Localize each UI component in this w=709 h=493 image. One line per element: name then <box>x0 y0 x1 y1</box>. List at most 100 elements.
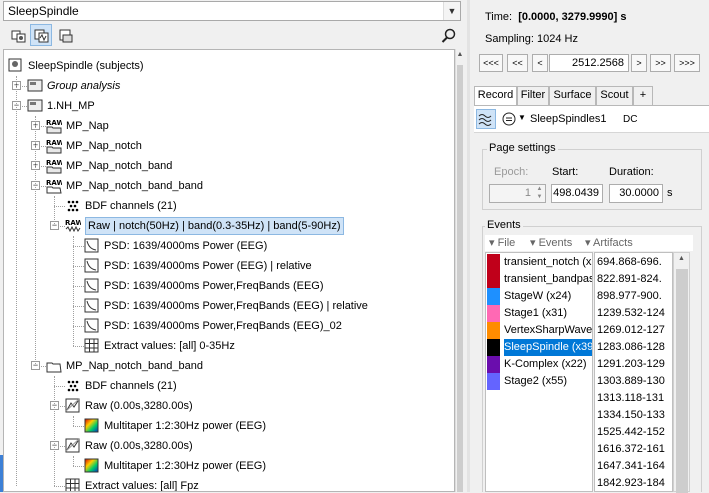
panel-splitter[interactable] <box>463 0 474 492</box>
tree-node-label: MP_Nap_notch_band_band <box>66 360 204 372</box>
tree-node-label: PSD: 1639/4000ms Power,FreqBands (EEG) |… <box>104 300 368 312</box>
psd-icon <box>84 278 99 293</box>
chevron-down-icon[interactable]: ▼ <box>443 2 460 20</box>
start-time-field[interactable]: 498.0439 <box>551 184 603 203</box>
search-button[interactable] <box>437 24 459 46</box>
time-info: Time: [0.0000, 3279.9990] s <box>485 11 626 23</box>
psd-icon <box>84 258 99 273</box>
event-type-item[interactable]: VertexSharpWave ( <box>486 322 592 339</box>
event-type-item[interactable]: K-Complex (x22) <box>486 356 592 373</box>
event-occurrence-item[interactable]: 822.891-824. <box>597 271 662 288</box>
tree-node[interactable]: PSD: 1639/4000ms Power,FreqBands (EEG)_0… <box>4 316 454 336</box>
tree-node[interactable]: PSD: 1639/4000ms Power (EEG) | relative <box>4 256 454 276</box>
tab-add[interactable]: + <box>633 86 653 105</box>
condition-view-button[interactable] <box>54 24 76 46</box>
tree-node[interactable]: Extract values: [all] Fpz <box>4 476 454 491</box>
tree-node-label: PSD: 1639/4000ms Power,FreqBands (EEG) <box>104 280 324 292</box>
event-type-item[interactable]: SleepSpindle (x39) <box>486 339 592 356</box>
montage-button[interactable] <box>499 109 519 129</box>
event-occurrence-item[interactable]: 1313.118-131 <box>597 390 664 407</box>
tree-node[interactable]: −1.NH_MP <box>4 96 454 116</box>
event-occurrence-item[interactable]: 1334.150-133 <box>597 407 665 424</box>
event-color-swatch <box>487 322 500 339</box>
tree-node[interactable]: SleepSpindle (subjects) <box>4 56 454 76</box>
tree-node[interactable]: BDF channels (21) <box>4 196 454 216</box>
tree-node[interactable]: −RAWRaw | notch(50Hz) | band(0.3-35Hz) |… <box>4 216 454 236</box>
montage-name[interactable]: SleepSpindles1 <box>530 113 606 125</box>
event-type-label: SleepSpindle (x39) <box>504 339 592 356</box>
tree-node[interactable]: − Raw (0.00s,3280.00s) <box>4 396 454 416</box>
montage-type: DC <box>623 114 638 125</box>
tree-scrollbar[interactable]: ▲ <box>455 49 463 492</box>
tree-node[interactable]: Multitaper 1:2:30Hz power (EEG) <box>4 416 454 436</box>
event-occurrence-item[interactable]: 694.868-696. <box>597 254 662 271</box>
events-menu-artifacts[interactable]: ▾ Artifacts <box>585 236 633 249</box>
event-types-list[interactable]: transient_notch (x2) transient_bandpass … <box>485 252 593 492</box>
event-occurrence-item[interactable]: 1616.372-161 <box>597 441 665 458</box>
tree-node[interactable]: +RAWMP_Nap <box>4 116 454 136</box>
next-button[interactable]: > <box>631 54 647 72</box>
first-page-button[interactable]: <<< <box>479 54 503 72</box>
occurrences-scrollbar[interactable]: ▲ <box>673 252 690 493</box>
epoch-field: 1 <box>489 184 535 203</box>
current-time-field[interactable]: 2512.2568 <box>549 54 629 72</box>
tab-filter[interactable]: Filter <box>517 86 549 105</box>
event-occurrence-item[interactable]: 1239.532-124 <box>597 305 665 322</box>
event-occurrence-item[interactable]: 1269.012-127 <box>597 322 665 339</box>
database-tree[interactable]: SleepSpindle (subjects) + Group analysis −1… <box>3 49 455 492</box>
start-label: Start: <box>552 166 579 178</box>
tree-node[interactable]: − Raw (0.00s,3280.00s) <box>4 436 454 456</box>
tree-node[interactable]: + Group analysis <box>4 76 454 96</box>
event-occurrence-item[interactable]: 1647.341-164 <box>597 458 665 475</box>
event-type-item[interactable]: Stage2 (x55) <box>486 373 592 390</box>
tree-node[interactable]: PSD: 1639/4000ms Power,FreqBands (EEG) <box>4 276 454 296</box>
raw-folder-icon: RAW <box>46 139 62 154</box>
previous-page-button[interactable]: << <box>507 54 528 72</box>
raw-folder-icon: RAW <box>46 159 62 174</box>
event-occurrence-item[interactable]: 1303.889-130 <box>597 373 665 390</box>
event-occurrence-item[interactable]: 1283.086-128 <box>597 339 665 356</box>
event-color-swatch <box>487 288 500 305</box>
event-type-item[interactable]: transient_bandpass <box>486 271 592 288</box>
scrollbar-thumb[interactable] <box>676 269 688 493</box>
tab-surface[interactable]: Surface <box>549 86 596 105</box>
event-type-item[interactable]: transient_notch (x2) <box>486 254 593 271</box>
event-type-item[interactable]: StageW (x24) <box>486 288 592 305</box>
event-occurrence-item[interactable]: 1525.442-152 <box>597 424 665 441</box>
event-type-label: Stage1 (x31) <box>504 307 567 319</box>
functional-data-view-button[interactable] <box>30 24 52 46</box>
event-type-label: transient_notch (x2) <box>504 256 593 268</box>
tab-scout[interactable]: Scout <box>596 86 633 105</box>
events-menu-file[interactable]: ▾ File <box>489 236 515 249</box>
tree-node[interactable]: PSD: 1639/4000ms Power (EEG) <box>4 236 454 256</box>
tree-node[interactable]: PSD: 1639/4000ms Power,FreqBands (EEG) |… <box>4 296 454 316</box>
events-menu-events[interactable]: ▾ Events <box>530 236 572 249</box>
protocol-dropdown[interactable]: SleepSpindle ▼ <box>3 1 461 21</box>
tree-node[interactable]: Multitaper 1:2:30Hz power (EEG) <box>4 456 454 476</box>
event-occurrence-item[interactable]: 1291.203-129 <box>597 356 665 373</box>
database-explorer-panel: SleepSpindle ▼ SleepSpindle (subjects) + G… <box>0 0 463 492</box>
event-occurrence-item[interactable]: 1842.923-184 <box>597 475 665 491</box>
last-page-button[interactable]: >>> <box>674 54 700 72</box>
scroll-up-icon[interactable]: ▲ <box>674 255 689 262</box>
tree-node[interactable]: − MP_Nap_notch_band_band <box>4 356 454 376</box>
anatomy-view-button[interactable] <box>7 24 29 46</box>
tree-node[interactable]: +RAWMP_Nap_notch <box>4 136 454 156</box>
montage-dropdown-icon[interactable]: ▼ <box>518 113 526 122</box>
tree-node[interactable]: −RAWMP_Nap_notch_band_band <box>4 176 454 196</box>
tree-node-label: Raw | notch(50Hz) | band(0.3-35Hz) | ban… <box>85 217 344 235</box>
duration-field[interactable]: 30.0000 <box>609 184 663 203</box>
time-range-value: [0.0000, 3279.9990] s <box>518 11 627 23</box>
tree-node[interactable]: BDF channels (21) <box>4 376 454 396</box>
event-type-item[interactable]: Stage1 (x31) <box>486 305 592 322</box>
event-occurrence-item[interactable]: 898.977-900. <box>597 288 662 305</box>
event-occurrences-list[interactable]: 694.868-696. 822.891-824. 898.977-900. 1239… <box>594 252 673 492</box>
previous-button[interactable]: < <box>532 54 548 72</box>
tree-node[interactable]: Extract values: [all] 0-35Hz <box>4 336 454 356</box>
tree-node[interactable]: +RAWMP_Nap_notch_band <box>4 156 454 176</box>
tab-record[interactable]: Record <box>474 86 517 106</box>
next-page-button[interactable]: >> <box>650 54 671 72</box>
display-mode-button[interactable] <box>476 109 496 129</box>
timefreq-icon <box>65 438 80 453</box>
event-color-swatch <box>487 356 500 373</box>
